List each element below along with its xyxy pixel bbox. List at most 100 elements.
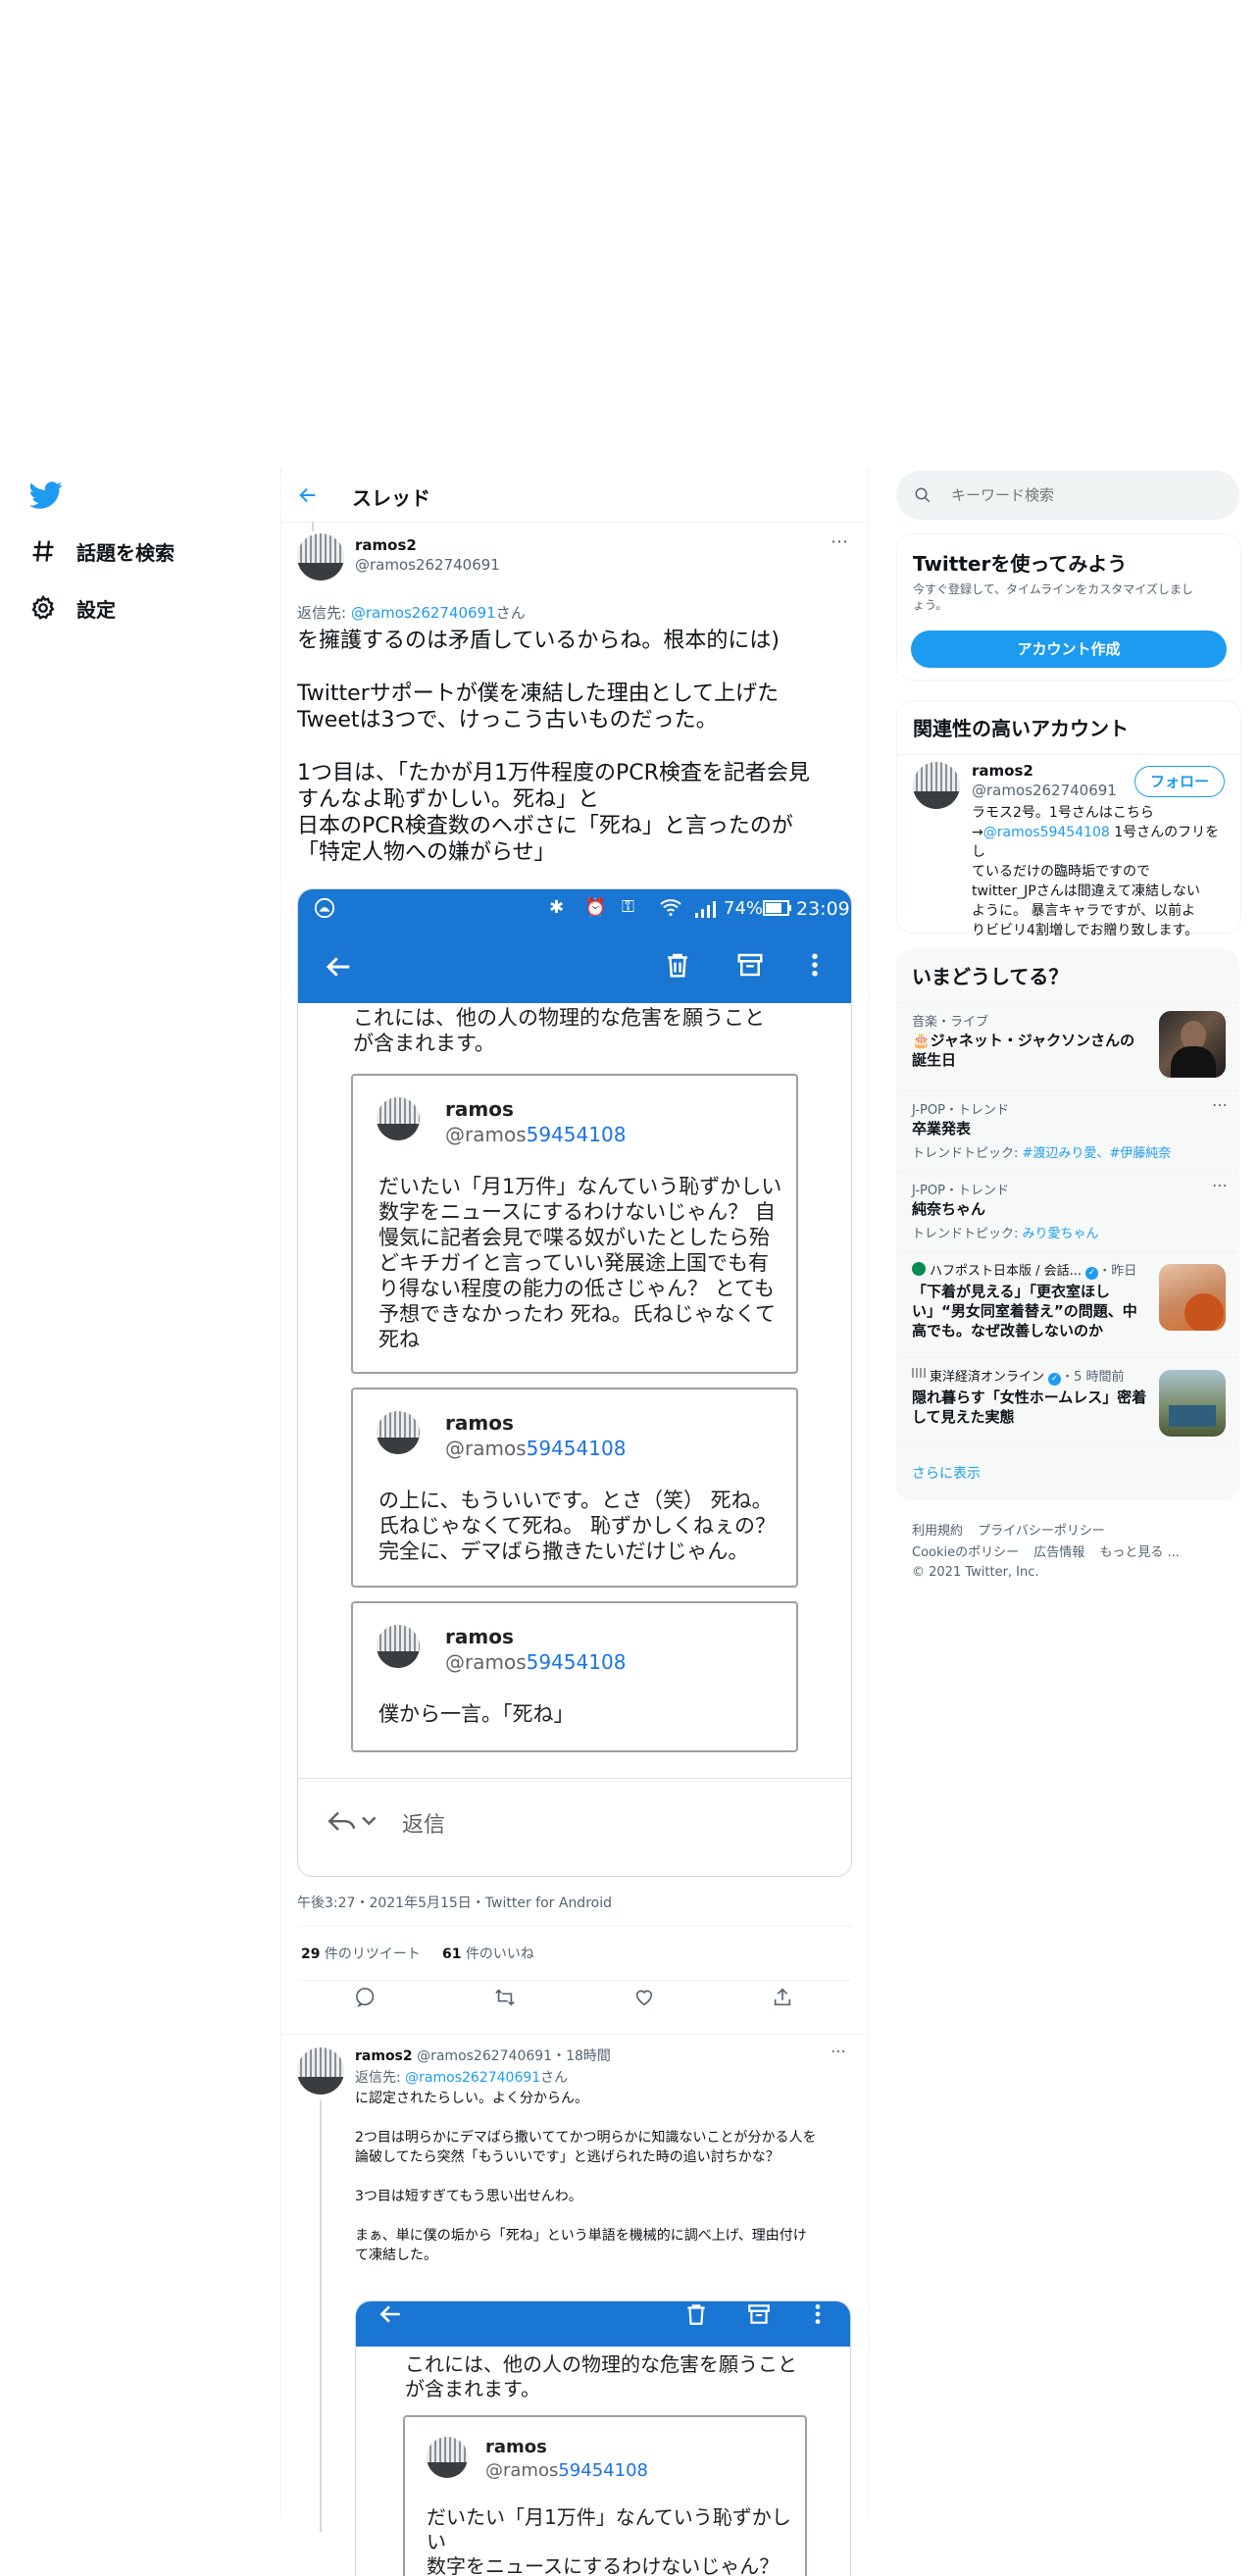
avatar: [377, 1411, 420, 1454]
more-options-icon[interactable]: ⋯: [1212, 1176, 1228, 1194]
attached-screenshot[interactable]: これには、他の人の物理的な危害を願うこと が含まれます。 ramos @ramo…: [355, 2300, 851, 2576]
bio-link[interactable]: @ramos59454108: [983, 825, 1110, 840]
share-icon[interactable]: [772, 1987, 793, 2026]
quoted-handle: @ramos59454108: [445, 1650, 627, 1674]
nav-explore[interactable]: 話題を検索: [29, 530, 175, 573]
policy-intro: これには、他の人の物理的な危害を願うこと が含まれます。: [353, 1006, 765, 1055]
search-input[interactable]: [949, 485, 1228, 505]
signup-title: Twitterを使ってみよう: [913, 552, 1128, 576]
relevant-title: 関連性の高いアカウント: [913, 717, 1129, 740]
more-options-icon[interactable]: ⋯: [831, 2042, 846, 2060]
create-account-button[interactable]: アカウント作成: [911, 631, 1227, 668]
signup-panel: Twitterを使ってみよう 今すぐ登録して、タイムラインをカスタマイズしまし …: [896, 533, 1241, 681]
reply-to-line: 返信先: @ramos262740691さん: [355, 2070, 569, 2086]
quoted-tweet-card: ramos @ramos59454108 の上に、もういいです。とさ（笑） 死ね…: [351, 1388, 798, 1588]
source-logo-icon: [912, 1262, 926, 1276]
tweet-actions: [297, 1987, 852, 2026]
avatar: [427, 2437, 468, 2478]
author-name[interactable]: ramos2: [355, 2048, 413, 2064]
like-icon[interactable]: [633, 1987, 655, 2026]
back-arrow-icon[interactable]: [297, 484, 319, 506]
trend-title: 🎂ジャネット・ジャクソンさんの 誕生日: [912, 1032, 1135, 1069]
avatar[interactable]: [297, 533, 344, 581]
ads-link[interactable]: 広告情報: [1033, 1545, 1084, 1560]
cookie-link[interactable]: Cookieのポリシー: [912, 1545, 1019, 1560]
reply-label: 返信: [402, 1813, 446, 1838]
thread-connector: [312, 522, 314, 531]
quoted-tweet-card: ramos @ramos59454108 僕から一言。「死ね」: [351, 1601, 798, 1752]
account-bio: ラモス2号。1号さんはこちら→@ramos59454108 1号さんのフリをし …: [972, 805, 1220, 938]
android-status-bar: ✱ ⏰ ⚿ 74% 23:09: [298, 889, 851, 929]
tweet-time[interactable]: ・18時間: [552, 2048, 611, 2064]
android-action-bar: [298, 929, 851, 1003]
reply-author-line: ramos2 @ramos262740691・18時間: [355, 2046, 611, 2065]
reply-to-suffix: さん: [495, 604, 526, 622]
nav-settings-label: 設定: [76, 597, 116, 622]
follow-button[interactable]: フォロー: [1134, 766, 1225, 797]
quoted-name: ramos: [485, 2437, 547, 2457]
privacy-link[interactable]: プライバシーポリシー: [978, 1524, 1105, 1539]
trend-title: 隠れ暮らす「女性ホームレス」密着 して見えた実態: [912, 1389, 1147, 1426]
verified-icon: ✓: [1085, 1267, 1099, 1280]
trends-title: いまどうしてる？: [912, 965, 1069, 988]
retweet-icon[interactable]: [494, 1987, 516, 2026]
avatar: [377, 1097, 420, 1140]
bluetooth-icon: ✱: [549, 897, 565, 918]
author-handle[interactable]: @ramos262740691: [417, 2048, 552, 2064]
twitter-logo-icon[interactable]: [29, 479, 63, 512]
kebab-menu-icon: [800, 950, 830, 980]
policy-intro: これには、他の人の物理的な危害を願うこと が含まれます。: [405, 2352, 797, 2400]
tweet-text: に認定されたらしい。よく分からん。 2つ目は明らかにデマばら撒いててかつ明らかに…: [355, 2091, 817, 2263]
clock-time: 23:09: [796, 898, 850, 920]
android-action-bar: [356, 2301, 850, 2347]
trend-item[interactable]: ハフポスト日本版 / 会話... ✓ ・昨日 「下着が見える」「更衣室ほし い」“…: [896, 1251, 1239, 1358]
trend-topic: トレンドトピック: みり愛ちゃん: [912, 1227, 1099, 1241]
retweet-count[interactable]: 29 件のリツイート: [301, 1944, 421, 1963]
quoted-handle: @ramos59454108: [445, 1123, 627, 1146]
like-count[interactable]: 61 件のいいね: [442, 1944, 534, 1963]
attached-screenshot[interactable]: ✱ ⏰ ⚿ 74% 23:09 これには、他の人の物理的な危害を願うこと が含ま…: [297, 888, 852, 1877]
avatar[interactable]: [297, 2047, 344, 2095]
back-arrow-icon: [324, 952, 353, 982]
signal-icon: [694, 899, 718, 919]
quoted-text: の上に、もういいです。とさ（笑） 死ね。 氏ねじゃなくて死ね。 恥ずかしくねぇの…: [378, 1489, 777, 1563]
trends-panel: いまどうしてる？ 音楽・ライブ 🎂ジャネット・ジャクソンさんの 誕生日 J-PO…: [896, 949, 1239, 1500]
more-link[interactable]: もっと見る ...: [1099, 1545, 1180, 1560]
search-bar[interactable]: [896, 471, 1239, 520]
account-handle[interactable]: @ramos262740691: [972, 782, 1117, 799]
reply-to-handle[interactable]: @ramos262740691: [351, 604, 496, 622]
trend-image: [1159, 1011, 1226, 1078]
terms-link[interactable]: 利用規約: [912, 1524, 963, 1539]
more-options-icon[interactable]: ⋯: [1212, 1095, 1228, 1114]
thread-header: スレッド: [281, 469, 868, 523]
engagement-stats: 29 件のリツイート 61 件のいいね: [297, 1926, 852, 1981]
app-circle-icon: [314, 897, 335, 919]
nav-settings[interactable]: 設定: [29, 586, 116, 630]
reply-icon[interactable]: [355, 1987, 378, 2026]
trend-title: 「下着が見える」「更衣室ほし い」“男女同室着替え”の問題、中 高でも。なぜ改善…: [912, 1283, 1137, 1339]
account-name[interactable]: ramos2: [972, 762, 1033, 780]
trend-image: [1159, 1370, 1226, 1437]
trend-item[interactable]: J-POP・トレンド ⋯ 卒業発表 トレンドトピック: #渡辺みり愛、#伊藤純奈: [896, 1090, 1239, 1172]
trend-source: 東洋経済オンライン ✓ ・5 時間前: [930, 1370, 1125, 1386]
trend-meta: 音楽・ライブ: [912, 1015, 989, 1030]
trend-item[interactable]: 音楽・ライブ 🎂ジャネット・ジャクソンさんの 誕生日: [896, 1002, 1239, 1091]
tweet-timestamp[interactable]: 午後3:27・2021年5月15日・Twitter for Android: [297, 1893, 612, 1912]
reply-to-handle[interactable]: @ramos262740691: [405, 2070, 540, 2086]
author-name[interactable]: ramos2: [355, 536, 417, 554]
trend-item[interactable]: 東洋経済オンライン ✓ ・5 時間前 隠れ暮らす「女性ホームレス」密着 して見えた…: [896, 1357, 1239, 1446]
hashtag-icon: [29, 537, 57, 565]
reply-arrow-icon: [324, 1805, 382, 1835]
more-options-icon[interactable]: ⋯: [831, 531, 848, 552]
page-title: スレッド: [352, 486, 430, 510]
trend-item[interactable]: J-POP・トレンド ⋯ 純奈ちゃん トレンドトピック: みり愛ちゃん: [896, 1171, 1239, 1252]
gear-icon: [29, 594, 57, 622]
wifi-icon: [659, 895, 682, 919]
avatar[interactable]: [913, 762, 960, 809]
show-more-link[interactable]: さらに表示: [912, 1463, 981, 1483]
trash-icon: [683, 2301, 709, 2327]
relevant-accounts-panel: 関連性の高いアカウント ramos2 @ramos262740691 フォロー …: [896, 700, 1241, 938]
author-handle[interactable]: @ramos262740691: [355, 556, 500, 574]
reply-tweet: ramos2 @ramos262740691・18時間 ⋯ 返信先: @ramo…: [281, 2036, 868, 2576]
trend-meta: J-POP・トレンド: [912, 1184, 1009, 1198]
